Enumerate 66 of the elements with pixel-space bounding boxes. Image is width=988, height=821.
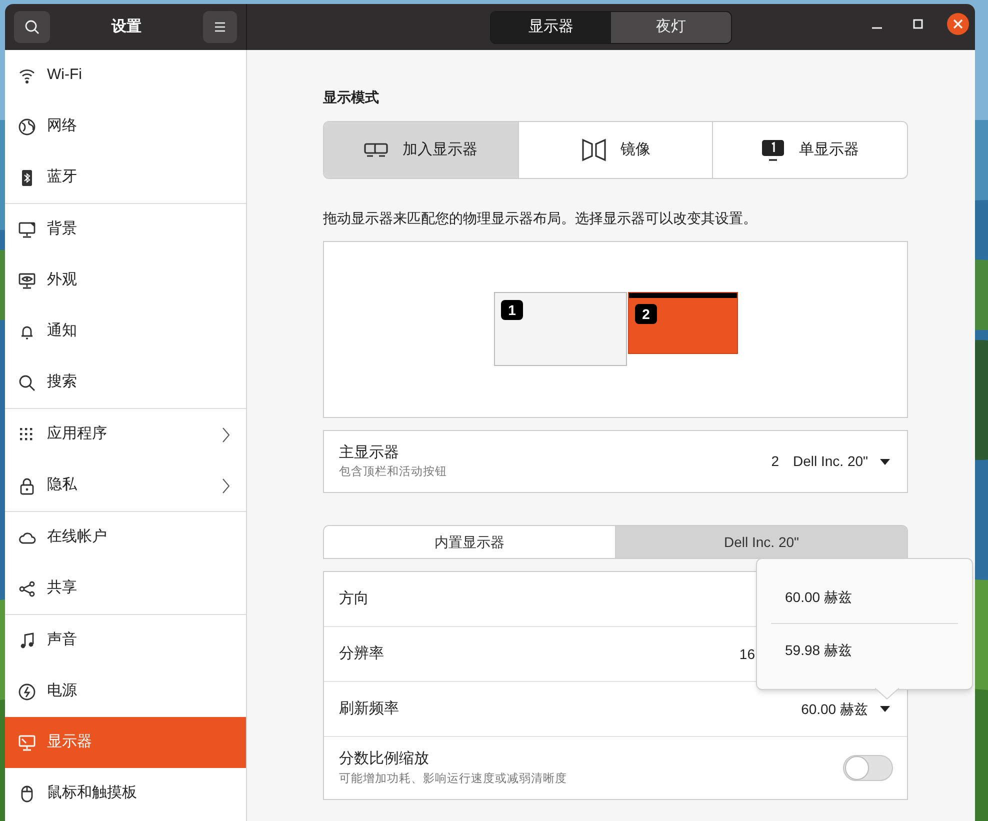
sidebar-item[interactable]: Wi-Fi — [5, 50, 246, 101]
sidebar-item[interactable]: 应用程序 — [5, 409, 246, 460]
share-icon — [18, 580, 36, 598]
row-label: 方向 — [339, 588, 369, 609]
sidebar-item[interactable]: 共享 — [5, 563, 246, 614]
row-label: 主显示器 — [339, 442, 399, 463]
sidebar-item[interactable]: 搜索 — [5, 357, 246, 408]
dropdown-caret-icon — [880, 458, 890, 464]
search-icon — [24, 19, 40, 35]
monitor-number: 2 — [635, 304, 657, 324]
monitor-tab[interactable]: Dell Inc. 20" — [615, 526, 907, 558]
sidebar-item[interactable]: 通知 — [5, 306, 246, 357]
wifi-icon — [18, 66, 36, 84]
globe-icon — [18, 118, 36, 136]
join-displays-icon — [364, 141, 388, 159]
sidebar-item[interactable]: 显示器 — [5, 717, 246, 768]
view-tab[interactable]: 显示器 — [491, 12, 611, 42]
row-label: 分数比例缩放 — [339, 749, 429, 770]
monitor-number: 1 — [501, 300, 523, 320]
monitor-icon — [18, 220, 36, 238]
minimize-icon — [872, 27, 882, 29]
row-label: 分辨率 — [339, 644, 384, 664]
mirror-icon — [580, 138, 606, 162]
settings-row[interactable]: 分数比例缩放 可能增加功耗、影响运行速度或减弱清晰度 — [324, 737, 907, 799]
sidebar-item[interactable]: 隐私 — [5, 460, 246, 511]
dropdown-caret-icon — [880, 706, 890, 712]
row-sublabel: 包含顶栏和活动按钮 — [339, 464, 447, 480]
mode-button[interactable]: 单显示器 — [712, 122, 907, 178]
dropdown-value: 60.00 赫兹 — [801, 700, 868, 718]
mode-button[interactable]: 加入显示器 — [324, 122, 518, 178]
monitor-tile[interactable]: 2 — [628, 292, 738, 354]
search-icon — [18, 374, 36, 392]
single-display-icon — [761, 139, 786, 161]
sidebar-item[interactable]: 在线帐户 — [5, 512, 246, 563]
window-title: 设置 — [112, 16, 142, 37]
popover-option[interactable]: 60.00 赫兹 — [771, 572, 958, 624]
menu-button[interactable] — [203, 11, 237, 43]
lock-icon — [18, 476, 36, 494]
close-icon — [953, 19, 963, 29]
row-sublabel: 可能增加功耗、影响运行速度或减弱清晰度 — [339, 772, 567, 787]
sidebar-item[interactable]: 网络 — [5, 101, 246, 152]
dropdown-value: Dell Inc. 20" — [792, 452, 868, 471]
maximize-icon — [913, 19, 923, 29]
sidebar-item[interactable]: 电源 — [5, 666, 246, 717]
sidebar-item[interactable]: 蓝牙 — [5, 152, 246, 203]
hint-text: 拖动显示器来匹配您的物理显示器布局。选择显示器可以改变其设置。 — [323, 209, 758, 228]
music-note-icon — [18, 632, 36, 650]
power-icon — [18, 682, 36, 700]
sidebar-item[interactable]: 背景 — [5, 204, 246, 255]
monitor-number: 2 — [771, 452, 779, 471]
toggle-switch[interactable] — [843, 755, 893, 781]
display-icon — [18, 734, 36, 752]
view-tab[interactable]: 夜灯 — [611, 12, 731, 42]
close-button[interactable] — [947, 13, 969, 35]
sidebar-item[interactable]: 外观 — [5, 255, 246, 306]
monitor-tile[interactable]: 1 — [494, 292, 627, 366]
sidebar-item[interactable]: 鼠标和触摸板 — [5, 768, 246, 819]
sidebar-item[interactable]: 声音 — [5, 615, 246, 666]
row-label: 刷新频率 — [339, 698, 399, 719]
search-button[interactable] — [14, 11, 50, 43]
monitor-tab[interactable]: 内置显示器 — [324, 526, 615, 558]
dropdown-value: 16 — [739, 644, 755, 664]
primary-display-row[interactable]: 主显示器 包含顶栏和活动按钮 2 Dell Inc. 20" — [323, 430, 908, 493]
monitor-icon — [18, 272, 36, 290]
menu-icon — [214, 22, 226, 32]
section-title: 显示模式 — [323, 88, 380, 107]
